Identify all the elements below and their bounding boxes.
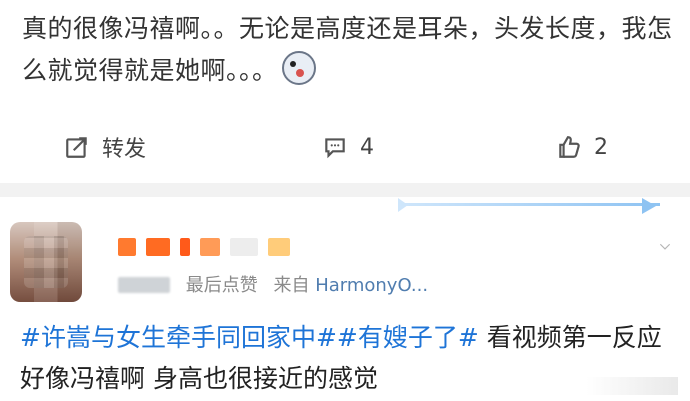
share-icon: [66, 137, 87, 158]
comment-button[interactable]: 4: [322, 130, 374, 164]
username-redacted: [118, 234, 328, 260]
post-text: #许嵩与女生牵手同回家中##有嫂子了# 看视频第一反应 好像冯禧啊 身高也很接近…: [20, 317, 680, 399]
redaction-block: [200, 238, 220, 256]
post-meta: 最后点赞 来自 HarmonyO...: [118, 271, 428, 297]
avatar[interactable]: [10, 222, 82, 302]
like-count: 2: [594, 134, 608, 160]
source-link[interactable]: HarmonyO...: [315, 275, 428, 296]
repost-button[interactable]: 转发: [64, 130, 146, 164]
redaction-block: [230, 238, 258, 256]
chevron-down-icon[interactable]: [658, 239, 672, 253]
watermark: [586, 377, 678, 395]
hashtag-link[interactable]: #许嵩与女生牵手同回家中#: [20, 323, 337, 352]
redaction-block: [180, 238, 190, 256]
repost-label: 转发: [102, 137, 147, 162]
like-button[interactable]: 2: [556, 130, 608, 164]
thumbs-up-icon: [559, 136, 580, 158]
hashtag-link[interactable]: #有嫂子了#: [337, 323, 479, 352]
comment-count: 4: [360, 134, 374, 160]
from-label: 来自: [273, 275, 310, 296]
decoration-right: [642, 198, 656, 214]
redaction-block: [268, 238, 290, 256]
last-liked-label: 最后点赞: [185, 275, 258, 296]
post-card: 真的很像冯禧啊。。无论是高度还是耳朵，头发长度，我怎么就觉得就是她啊。。。 转发…: [0, 0, 690, 183]
comment-icon: [325, 138, 345, 159]
emoji-icon: [281, 51, 316, 85]
post-body: 真的很像冯禧啊。。无论是高度还是耳朵，头发长度，我怎么就觉得就是她啊。。。: [22, 14, 673, 85]
decoration-line: [400, 203, 660, 206]
post-actions: 转发 4 2: [0, 130, 690, 164]
redaction-block: [146, 238, 170, 256]
timestamp-redacted: [118, 277, 170, 293]
post-card: 最后点赞 来自 HarmonyO... #许嵩与女生牵手同回家中##有嫂子了# …: [0, 197, 690, 401]
redaction-block: [118, 238, 136, 256]
section-divider: [0, 183, 690, 197]
post-text: 真的很像冯禧啊。。无论是高度还是耳朵，头发长度，我怎么就觉得就是她啊。。。: [22, 8, 682, 92]
